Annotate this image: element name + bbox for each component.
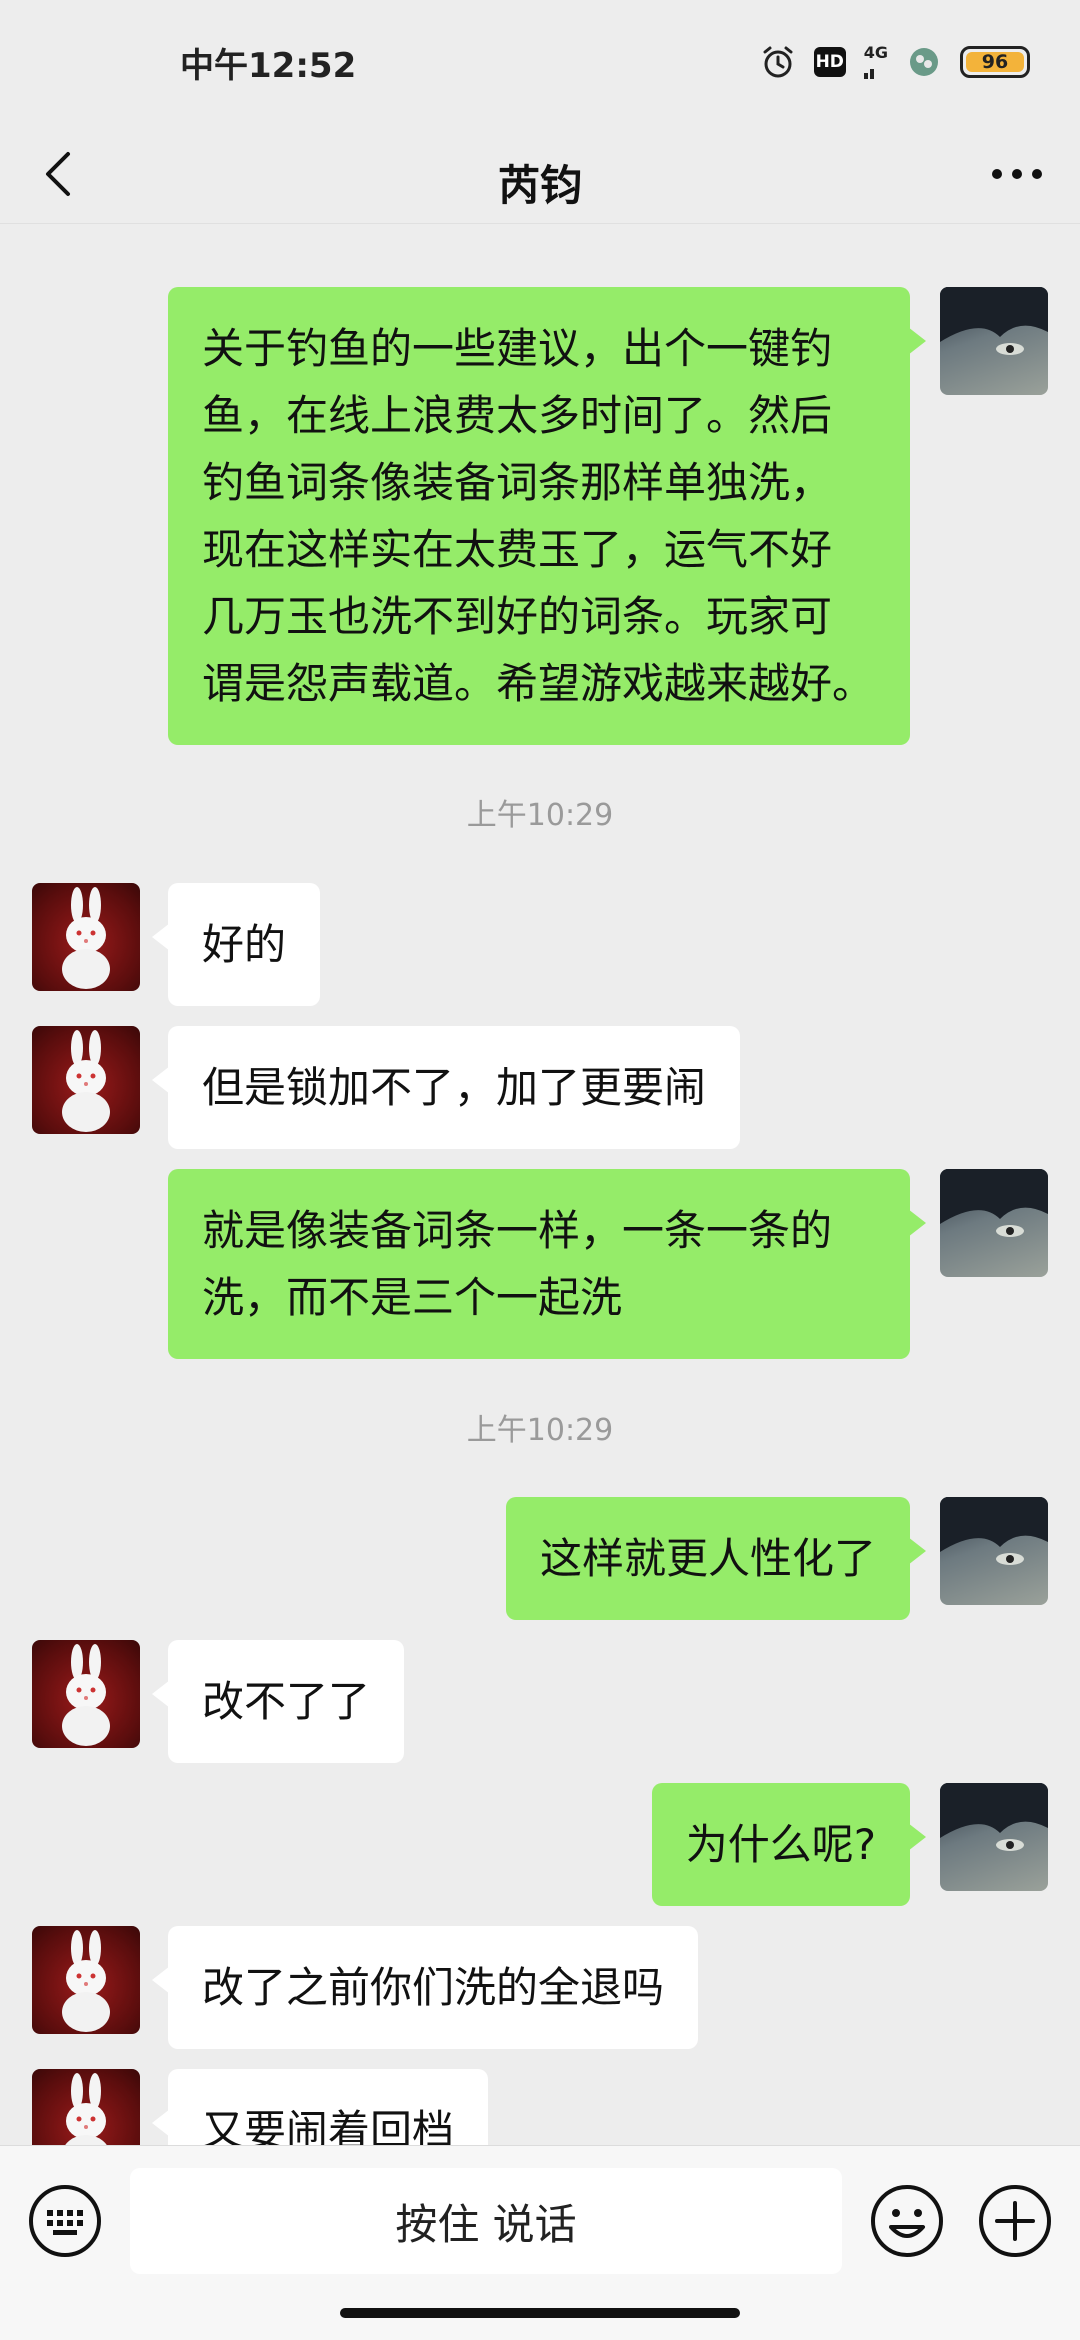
more-actions-button[interactable] [977, 2183, 1053, 2259]
message-line: 洗，而不是三个一起洗 [202, 1273, 623, 1322]
battery-level: 96 [981, 51, 1009, 73]
message-bubble-sent[interactable]: 这样就更人性化了 [505, 1497, 927, 1620]
avatar-image [940, 1783, 1048, 1851]
hold-to-talk-label: 按住 说话 [395, 2199, 577, 2249]
emoji-icon [871, 2185, 943, 2257]
message-text: 这样就更人性化了 [539, 1534, 876, 1583]
message-bubble-received[interactable]: 但是锁加不了，加了更要闹 [151, 1026, 741, 1149]
rabbit-avatar-image [62, 1030, 110, 1132]
network-label: 4G [863, 43, 888, 62]
message-line: 钓鱼词条像装备词条那样单独洗， [202, 458, 833, 507]
contact-avatar[interactable] [32, 1640, 140, 1748]
message-text: 但是锁加不了，加了更要闹 [202, 1063, 707, 1112]
timestamp: 上午10:29 [466, 798, 614, 833]
message-bubble-received[interactable]: 好的 [151, 883, 321, 1006]
contact-avatar[interactable] [32, 1026, 140, 1134]
chat-title: 芮钧 [497, 161, 582, 210]
rabbit-avatar-image [62, 1644, 110, 1746]
timestamp: 上午10:29 [466, 1413, 614, 1448]
avatar-image [940, 1169, 1048, 1237]
rabbit-avatar-image [65, 2073, 107, 2145]
message-text: 改不了了 [202, 1677, 371, 1726]
battery-indicator: 96 [960, 46, 1030, 78]
message-bubble-sent[interactable]: 为什么呢? [651, 1783, 927, 1906]
message-line: 关于钓鱼的一些建议，出个一键钓 [202, 324, 833, 373]
my-avatar[interactable] [940, 1169, 1048, 1277]
my-avatar[interactable] [940, 287, 1048, 395]
message-line: 几万玉也洗不到好的词条。玩家可 [202, 592, 833, 641]
hold-to-talk-button[interactable]: 按住 说话 [130, 2168, 842, 2274]
message-line: 谓是怨声载道。希望游戏越来越好。 [202, 659, 875, 708]
avatar-image [940, 1497, 1048, 1565]
message-text: 为什么呢? [685, 1820, 876, 1869]
my-avatar[interactable] [940, 1783, 1048, 1891]
message-bubble-sent[interactable]: 关于钓鱼的一些建议，出个一键钓 鱼，在线上浪费太多时间了。然后 钓鱼词条像装备词… [168, 287, 926, 745]
hd-badge: HD [813, 47, 846, 77]
message-text: 改了之前你们洗的全退吗 [202, 1963, 665, 2012]
contact-avatar[interactable] [32, 883, 140, 991]
message-text: 又要闹着回档 [202, 2106, 455, 2145]
message-bubble-received[interactable]: 改不了了 [151, 1640, 405, 1763]
status-time: 中午12:52 [180, 46, 357, 86]
rabbit-avatar-image [62, 887, 110, 989]
keyboard-toggle-button[interactable] [27, 2183, 103, 2259]
message-bubble-sent[interactable]: 就是像装备词条一样，一条一条的 洗，而不是三个一起洗 [168, 1169, 926, 1359]
chat-area[interactable]: 关于钓鱼的一些建议，出个一键钓 鱼，在线上浪费太多时间了。然后 钓鱼词条像装备词… [0, 225, 1080, 2145]
message-line: 鱼，在线上浪费太多时间了。然后 [202, 391, 833, 440]
rabbit-avatar-image [62, 1930, 110, 2032]
contact-avatar[interactable] [32, 2069, 140, 2145]
home-indicator[interactable] [340, 2308, 740, 2318]
more-horizontal-icon [992, 169, 1042, 179]
emoji-button[interactable] [869, 2183, 945, 2259]
network-indicator: 4G [863, 43, 888, 79]
plus-icon [979, 2185, 1051, 2257]
message-bubble-received[interactable]: 改了之前你们洗的全退吗 [151, 1926, 699, 2049]
keyboard-icon [29, 2185, 101, 2257]
avatar-image [940, 287, 1048, 355]
more-button[interactable] [982, 144, 1052, 204]
contact-avatar[interactable] [32, 1926, 140, 2034]
status-icons: HD 4G 96 [760, 40, 1030, 84]
message-line: 现在这样实在太费玉了，运气不好 [202, 525, 833, 574]
app-notification-icon [910, 48, 938, 76]
message-line: 就是像装备词条一样，一条一条的 [202, 1206, 833, 1255]
message-bubble-received[interactable]: 又要闹着回档 [151, 2069, 489, 2145]
my-avatar[interactable] [940, 1497, 1048, 1605]
status-bar: 中午12:52 HD 4G 96 [0, 0, 1080, 124]
message-text: 好的 [202, 920, 287, 969]
alarm-icon [763, 46, 793, 78]
chat-header: 芮钧 [0, 124, 1080, 224]
signal-icon [863, 69, 874, 79]
